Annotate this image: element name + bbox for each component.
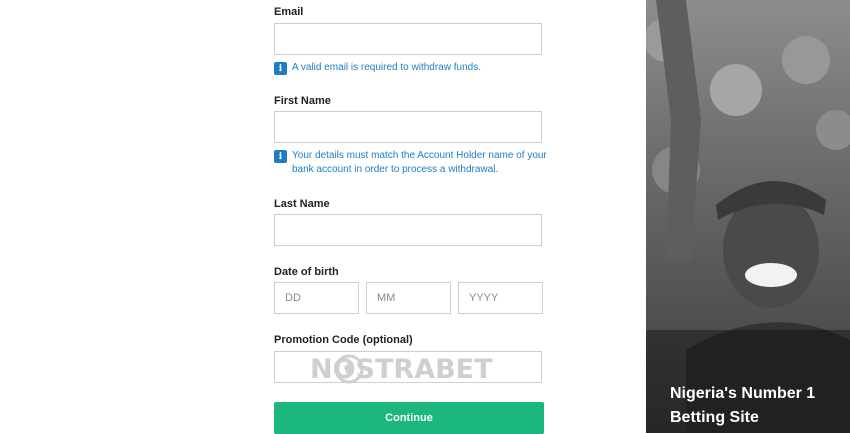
last-name-label: Last Name — [274, 198, 330, 210]
email-info-text: A valid email is required to withdraw fu… — [292, 62, 481, 73]
info-icon: i — [274, 62, 287, 75]
first-name-info-text: Your details must match the Account Hold… — [292, 150, 547, 175]
first-name-label: First Name — [274, 95, 331, 107]
dob-month-input[interactable] — [366, 282, 451, 314]
email-label: Email — [274, 6, 304, 18]
last-name-input[interactable] — [274, 214, 542, 246]
first-name-input[interactable] — [274, 111, 542, 143]
email-info: i A valid email is required to withdraw … — [274, 61, 554, 75]
dob-day-input[interactable] — [274, 282, 359, 314]
promo-code-input[interactable] — [274, 351, 542, 383]
continue-button[interactable]: Continue — [274, 402, 544, 434]
hero-image-illustration — [646, 0, 850, 433]
dob-label: Date of birth — [274, 266, 339, 278]
info-icon: i — [274, 150, 287, 163]
dob-year-input[interactable] — [458, 282, 543, 314]
hero-tagline: Nigeria's Number 1 Betting Site — [670, 385, 816, 426]
email-input[interactable] — [274, 23, 542, 55]
first-name-info: i Your details must match the Account Ho… — [274, 149, 554, 177]
hero-photo — [646, 0, 850, 433]
promo-label: Promotion Code (optional) — [274, 334, 413, 346]
